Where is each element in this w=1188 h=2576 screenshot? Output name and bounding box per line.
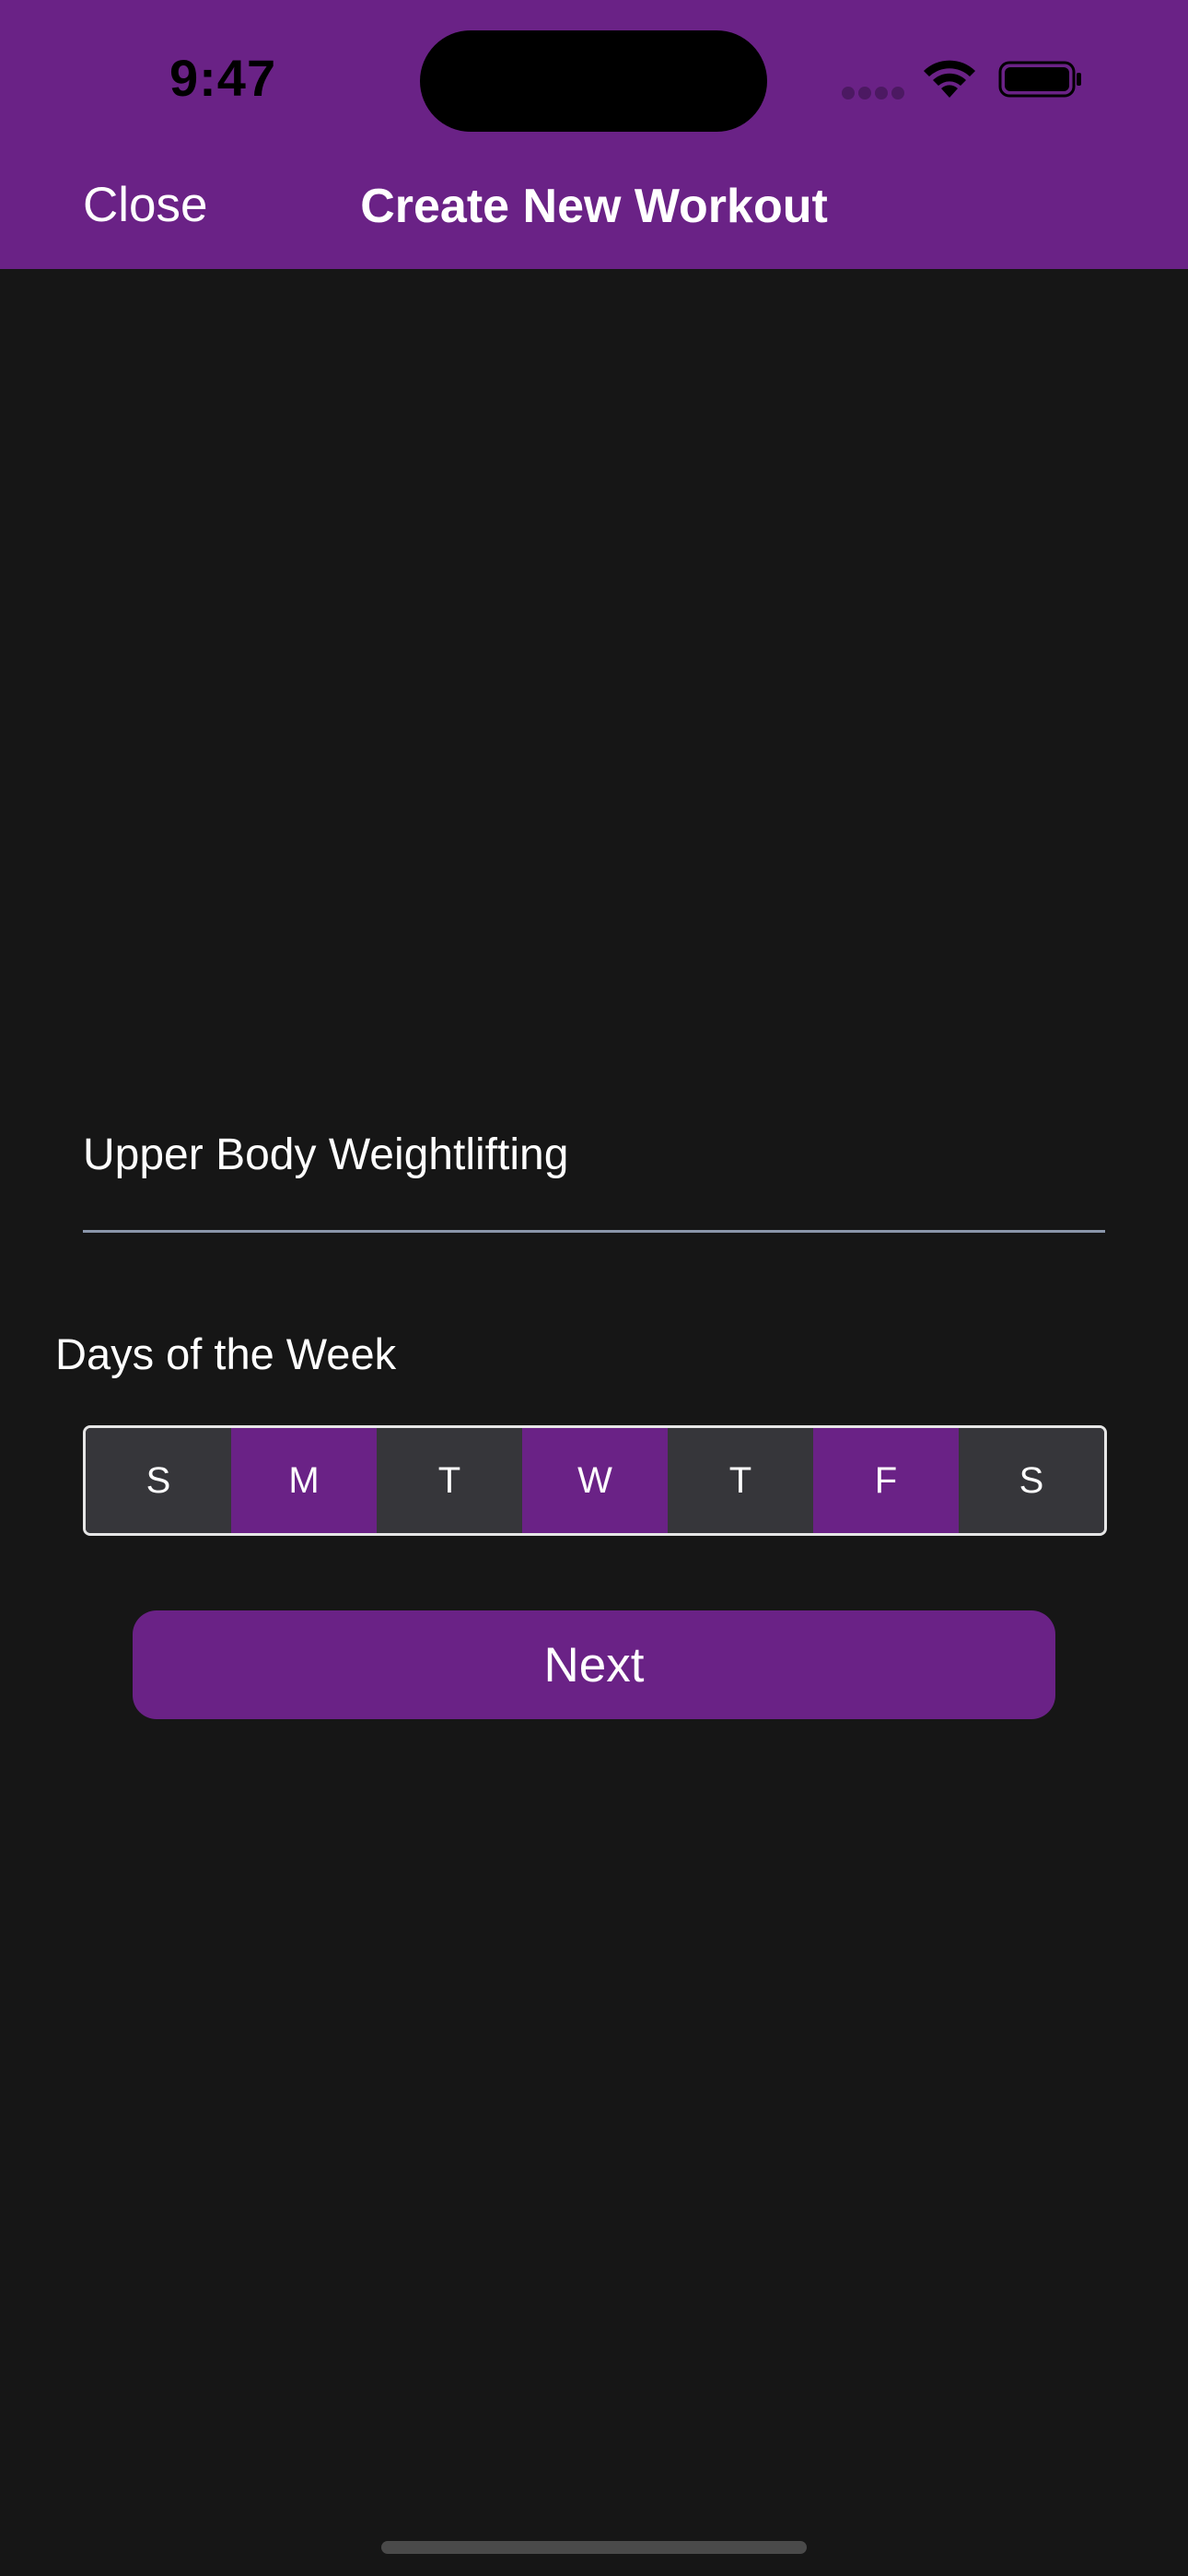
days-of-week-picker: S M T W T F S — [83, 1425, 1107, 1536]
cellular-signal-icon — [842, 87, 906, 100]
header: 9:47 Close Create New Workout — [0, 0, 1188, 269]
next-button[interactable]: Next — [133, 1610, 1055, 1719]
create-workout-screen: 9:47 Close Create New Workout Days of th… — [0, 0, 1188, 2576]
day-toggle-saturday[interactable]: S — [959, 1428, 1104, 1533]
day-toggle-tuesday[interactable]: T — [377, 1428, 522, 1533]
status-time: 9:47 — [169, 49, 277, 107]
day-toggle-wednesday[interactable]: W — [522, 1428, 668, 1533]
days-of-week-label: Days of the Week — [55, 1329, 397, 1378]
home-indicator[interactable] — [381, 2541, 807, 2554]
day-toggle-thursday[interactable]: T — [668, 1428, 813, 1533]
battery-icon — [998, 61, 1081, 98]
page-title: Create New Workout — [360, 180, 828, 233]
day-toggle-friday[interactable]: F — [813, 1428, 959, 1533]
dynamic-island — [420, 30, 767, 132]
day-toggle-monday[interactable]: M — [231, 1428, 377, 1533]
workout-name-underline — [83, 1230, 1105, 1233]
day-toggle-sunday[interactable]: S — [86, 1428, 231, 1533]
wifi-icon — [924, 60, 975, 98]
workout-name-input[interactable] — [83, 1115, 1105, 1194]
